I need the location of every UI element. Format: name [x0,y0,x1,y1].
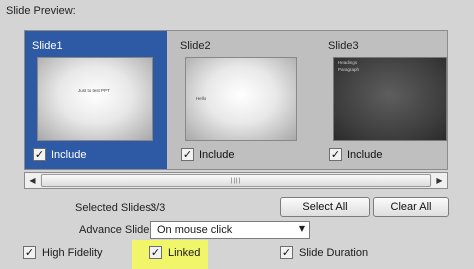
slide-name: Slide2 [180,40,211,52]
include-checkbox-1[interactable]: ✓ Include [33,148,86,161]
checkbox-check-icon[interactable]: ✓ [329,148,342,161]
chevron-down-icon[interactable]: ▼ [299,224,305,233]
slide-name: Slide3 [328,40,359,52]
advance-slide-label: Advance Slide: [79,224,153,236]
slide-thumbnail-2[interactable]: Slide2 Hello ✓ Include [173,31,315,169]
include-label: Include [347,148,383,161]
slide-thumbnail-3[interactable]: Slide3 Headings Paragraph ✓ Include [321,31,447,169]
selected-slides-value: 3/3 [150,202,166,214]
scrollbar-grip-icon: |||| [230,178,242,184]
high-fidelity-option[interactable]: ✓ High Fidelity [23,246,103,259]
advance-slide-dropdown[interactable]: On mouse click ▼ [150,221,310,239]
slide-thumb-text: Hello [196,96,207,101]
include-label: Include [199,148,235,161]
selected-slides-label: Selected Slides: [75,202,154,214]
checkbox-check-icon[interactable]: ✓ [149,246,162,259]
scroll-right-arrow-icon[interactable]: ▶ [432,173,447,188]
slide-thumbnail-1[interactable]: Slide1 Just to test PPT ✓ Include [25,31,167,169]
high-fidelity-label: High Fidelity [42,246,103,259]
slide-duration-option[interactable]: ✓ Slide Duration [280,246,368,259]
slide-thumb-text: Just to test PPT [78,88,110,93]
slide-image: Headings Paragraph [333,57,447,141]
slide-preview-panel: Slide1 Just to test PPT ✓ Include Slide2… [24,30,448,170]
scroll-left-arrow-icon[interactable]: ◀ [25,173,40,188]
linked-option[interactable]: ✓ Linked [149,246,200,259]
include-checkbox-2[interactable]: ✓ Include [181,148,234,161]
checkbox-check-icon[interactable]: ✓ [33,148,46,161]
horizontal-scrollbar[interactable]: ◀ |||| ▶ [24,172,448,189]
include-label: Include [51,148,87,161]
checkbox-check-icon[interactable]: ✓ [23,246,36,259]
slide-thumb-text-2: Paragraph [338,67,360,72]
select-all-button[interactable]: Select All [280,197,370,217]
slide-preview-title: Slide Preview: [6,5,76,17]
advance-slide-value: On mouse click [157,224,233,236]
slide-thumb-text: Headings [338,60,358,65]
slide-name: Slide1 [32,40,63,52]
slide-image: Hello [185,57,297,141]
clear-all-button[interactable]: Clear All [373,197,449,217]
linked-label: Linked [168,246,201,259]
checkbox-check-icon[interactable]: ✓ [181,148,194,161]
scrollbar-thumb[interactable]: |||| [41,174,431,187]
checkbox-check-icon[interactable]: ✓ [280,246,293,259]
slide-image: Just to test PPT [37,57,153,141]
include-checkbox-3[interactable]: ✓ Include [329,148,382,161]
slide-duration-label: Slide Duration [299,246,369,259]
